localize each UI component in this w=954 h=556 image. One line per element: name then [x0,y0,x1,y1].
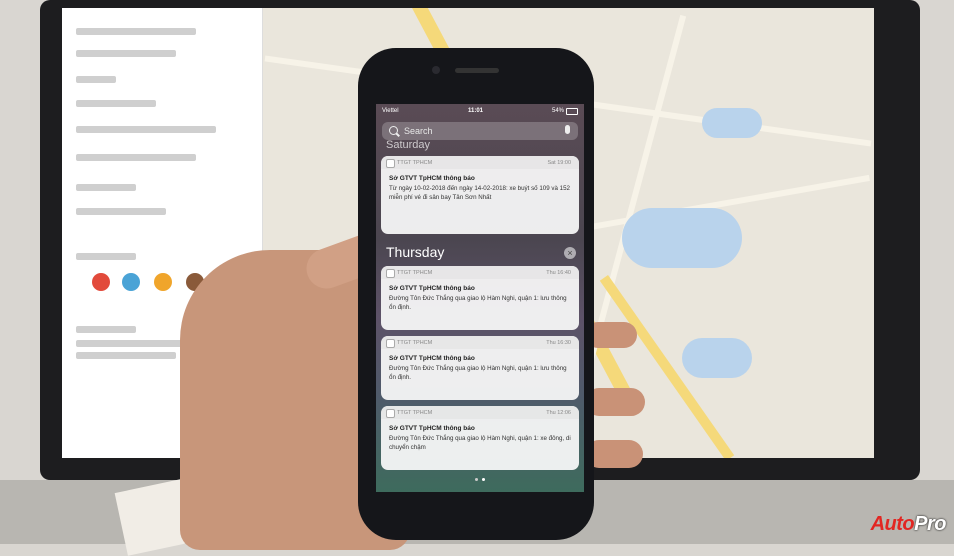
app-icon [386,269,395,278]
status-bar: Viettel 11:01 54% [376,104,584,118]
section-header-thursday: Thursday [386,244,445,260]
notification-center: Viettel 11:01 54% Search Saturday TTGT T… [376,104,584,492]
app-icon [386,159,395,168]
search-icon [389,126,398,135]
notification-card[interactable]: TTGT TPHCM Thu 12:06 Sở GTVT TpHCM thông… [381,406,579,470]
finger [585,388,645,416]
notification-app: TTGT TPHCM [397,270,433,276]
notification-body: Từ ngày 10-02-2018 đến ngày 14-02-2018: … [389,185,570,201]
carrier: Viettel [382,108,399,114]
battery-percent: 54% [551,108,564,114]
notification-card[interactable]: TTGT TPHCM Thu 16:40 Sở GTVT TpHCM thông… [381,266,579,330]
section-header-saturday: Saturday [386,139,431,151]
notification-title: Sở GTVT TpHCM thông báo [389,175,475,182]
logo-pro: Pro [914,513,946,535]
notification-title: Sở GTVT TpHCM thông báo [389,285,475,292]
notification-time: Thu 16:40 [546,270,571,276]
search-bar[interactable]: Search [382,122,578,140]
app-icon [386,409,395,418]
mic-icon[interactable] [565,125,570,134]
page-indicator [376,468,584,486]
notification-title: Sở GTVT TpHCM thông báo [389,425,475,432]
search-placeholder: Search [404,126,433,136]
logo-auto: Auto [870,513,915,535]
clock: 11:01 [468,108,484,114]
notification-body: Đường Tôn Đức Thắng qua giao lộ Hàm Nghi… [389,295,567,311]
app-icon [386,339,395,348]
clear-icon[interactable]: × [564,247,576,259]
notification-body: Đường Tôn Đức Thắng qua giao lộ Hàm Nghi… [389,365,567,381]
notification-card[interactable]: TTGT TPHCM Thu 16:30 Sở GTVT TpHCM thông… [381,336,579,400]
notification-app: TTGT TPHCM [397,160,433,166]
notification-time: Thu 12:06 [546,410,571,416]
notification-body: Đường Tôn Đức Thắng qua giao lộ Hàm Nghi… [389,435,571,451]
notification-title: Sở GTVT TpHCM thông báo [389,355,475,362]
battery-icon [566,108,578,115]
earpiece [455,68,499,73]
notification-time: Sat 19:00 [547,160,571,166]
notification-time: Thu 16:30 [546,340,571,346]
notification-card[interactable]: TTGT TPHCM Sat 19:00 Sở GTVT TpHCM thông… [381,156,579,234]
front-camera [432,66,440,74]
notification-app: TTGT TPHCM [397,410,433,416]
notification-app: TTGT TPHCM [397,340,433,346]
autopro-logo: AutoPro [870,513,947,536]
